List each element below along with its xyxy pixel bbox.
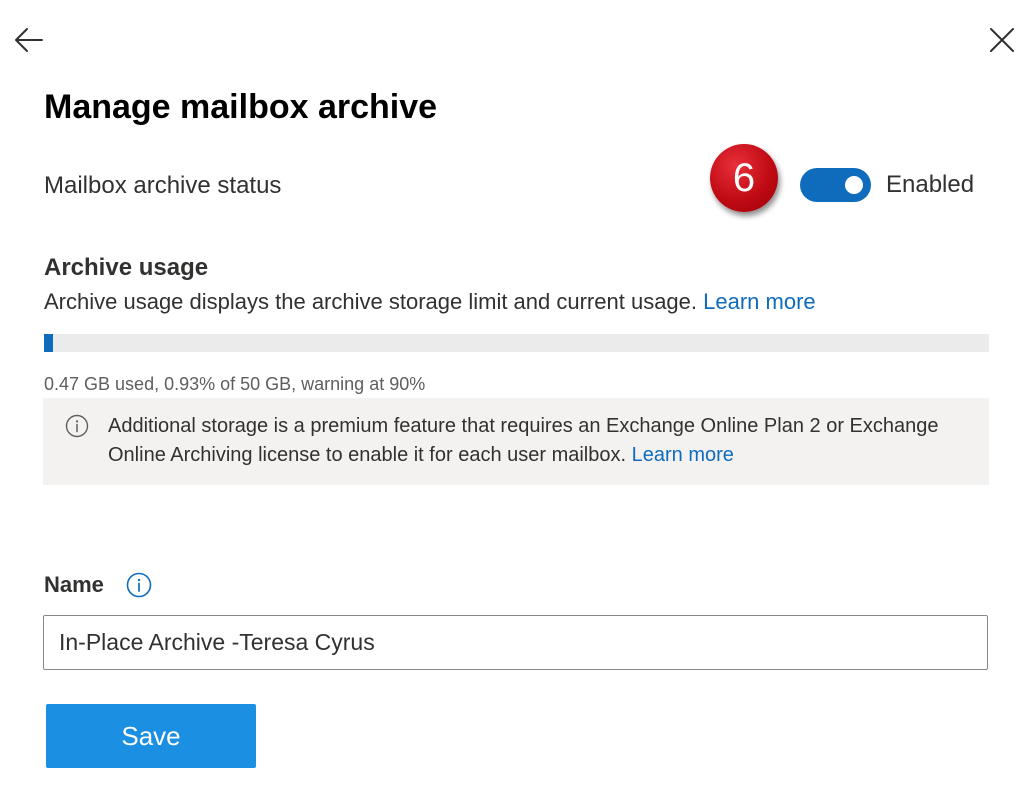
info-notice-message: Additional storage is a premium feature … (108, 415, 939, 466)
archive-usage-description: Archive usage displays the archive stora… (44, 284, 816, 320)
name-info-button[interactable] (126, 572, 152, 598)
archive-usage-text: 0.47 GB used, 0.93% of 50 GB, warning at… (44, 374, 426, 394)
info-icon (126, 572, 152, 598)
archive-usage-progress-fill (44, 334, 53, 352)
arrow-left-icon (15, 28, 43, 52)
archive-usage-description-text: Archive usage displays the archive stora… (44, 289, 698, 314)
archive-usage-learn-more-link[interactable]: Learn more (703, 289, 816, 314)
toggle-state-label: Enabled (886, 171, 975, 198)
toggle-knob (845, 176, 863, 194)
page-title: Manage mailbox archive (44, 88, 438, 126)
info-icon (65, 414, 89, 438)
info-notice: Additional storage is a premium feature … (43, 398, 989, 485)
back-button[interactable] (12, 24, 46, 56)
archive-usage-progress-bar (44, 334, 989, 352)
close-button[interactable] (986, 24, 1018, 56)
archive-status-toggle[interactable] (800, 168, 871, 202)
save-button[interactable]: Save (46, 704, 256, 768)
archive-usage-heading: Archive usage (44, 254, 209, 281)
name-label: Name (44, 572, 104, 597)
name-input[interactable] (43, 615, 988, 670)
step-badge: 6 (710, 144, 778, 212)
close-icon (990, 28, 1014, 52)
info-notice-text: Additional storage is a premium feature … (108, 412, 968, 470)
archive-status-label: Mailbox archive status (44, 172, 282, 199)
info-notice-learn-more-link[interactable]: Learn more (632, 444, 734, 466)
